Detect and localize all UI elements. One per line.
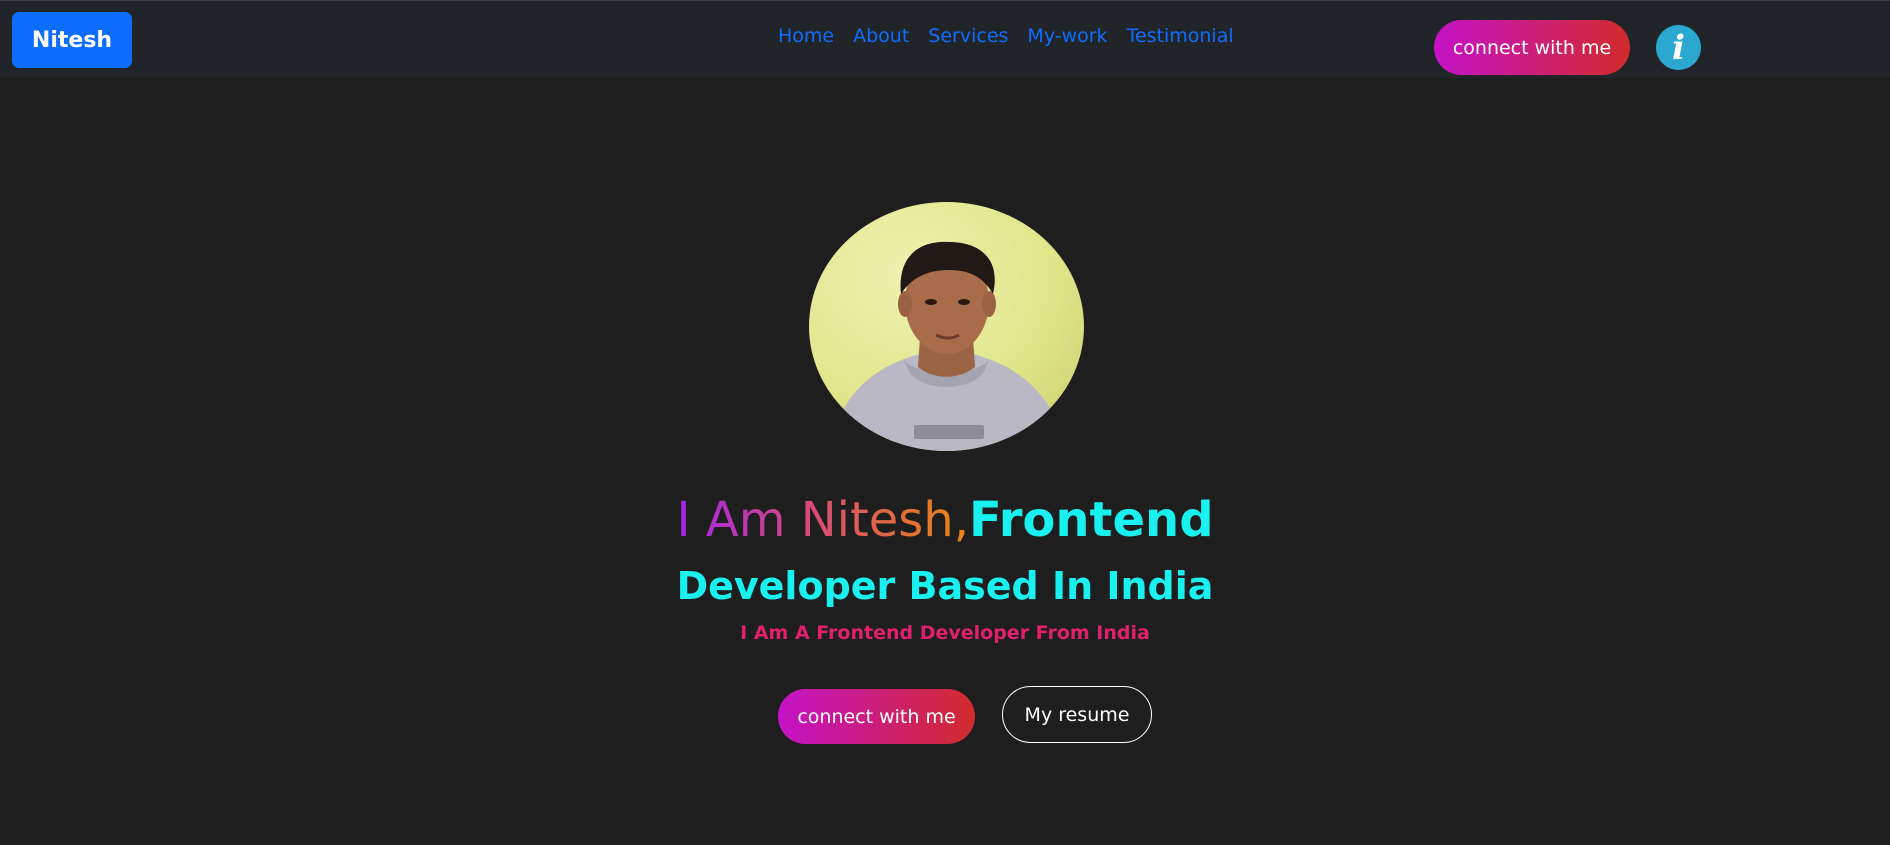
headline-intro: I Am Nitesh,: [676, 492, 969, 548]
profile-photo: [809, 202, 1084, 451]
hero-connect-button[interactable]: connect with me: [778, 689, 975, 744]
nav-link-testimonial[interactable]: Testimonial: [1127, 25, 1234, 47]
resume-button[interactable]: My resume: [1002, 686, 1152, 743]
nav-links: Home About Services My-work Testimonial: [778, 25, 1234, 47]
nav-link-about[interactable]: About: [853, 25, 909, 47]
nav-link-home[interactable]: Home: [778, 25, 834, 47]
headline-highlight: Frontend: [968, 492, 1214, 548]
hero-subline: Developer Based In India: [676, 564, 1214, 608]
nav-connect-button[interactable]: connect with me: [1434, 20, 1630, 75]
nav-link-my-work[interactable]: My-work: [1027, 25, 1107, 47]
navbar: Nitesh Home About Services My-work Testi…: [0, 0, 1890, 78]
hero-tagline: I Am A Frontend Developer From India: [740, 622, 1150, 644]
hero-headline: I Am Nitesh,Frontend: [0, 488, 1890, 552]
nav-link-services[interactable]: Services: [928, 25, 1008, 47]
brand-logo-button[interactable]: Nitesh: [12, 12, 132, 68]
info-icon: i: [1672, 27, 1685, 68]
info-button[interactable]: i: [1656, 25, 1701, 70]
